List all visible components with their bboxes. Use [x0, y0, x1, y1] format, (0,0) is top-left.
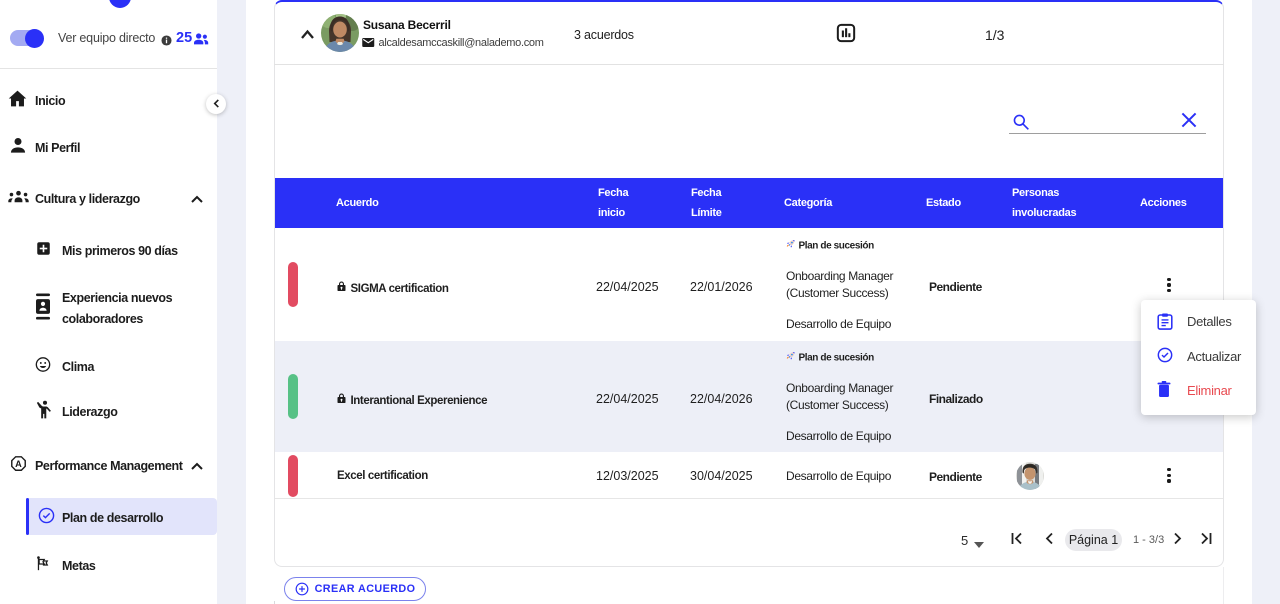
svg-text:A: A [15, 459, 22, 469]
